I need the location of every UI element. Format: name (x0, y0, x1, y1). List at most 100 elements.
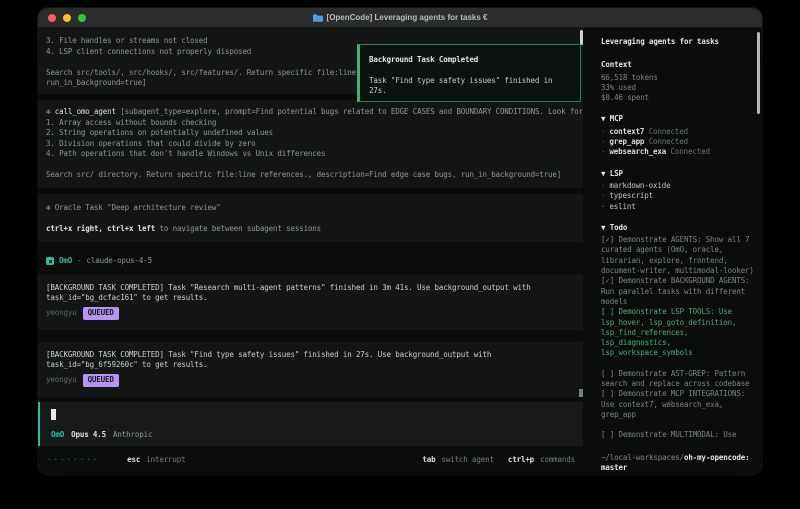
ctrl-p-key-hint: ctrl+p (507, 454, 535, 464)
queued-badge: QUEUED (82, 306, 119, 320)
opencode-window: [OpenCode] Leveraging agents for tasks €… (38, 8, 762, 475)
zoom-button[interactable] (78, 14, 86, 22)
context-used: 33% used (601, 82, 636, 92)
window-title-group: [OpenCode] Leveraging agents for tasks € (312, 13, 488, 22)
mcp-name: websearch_exa (609, 147, 667, 157)
message-scrollbar-thumb[interactable] (579, 389, 583, 397)
oracle-task-line: ✻ Oracle Task "Deep architecture review" (46, 203, 575, 214)
tab-key-hint: tab (422, 454, 436, 464)
ctrl-p-key-label: commands (540, 454, 575, 464)
todo-item-active: [ ] Demonstrate LSP TOOLS: Use lsp_hover… (601, 307, 737, 358)
queued-badge: QUEUED (82, 373, 119, 387)
username: yeongyu (46, 374, 77, 384)
background-task-message: [BACKGROUND TASK COMPLETED] Task "Find t… (38, 341, 583, 397)
input-model-name: Opus 4.5 (71, 430, 107, 439)
workspace-repo-name: oh-my-opencode: (683, 452, 750, 462)
subagent-nav-hint: ctrl+x right, ctrl+x left to navigate be… (46, 224, 575, 235)
mcp-name: context7 (609, 126, 645, 136)
statusbar-left: ········ esc interrupt (47, 455, 186, 466)
shortcut-ctrl-x-left: ctrl+x left (107, 224, 156, 233)
context-spent: $0.46 spent (601, 93, 650, 103)
toast-body: Task "Find type safety issues" finished … (369, 75, 553, 96)
lsp-section[interactable]: ▼ LSP · markdown-oxide · typescript · es… (601, 169, 754, 212)
bug-list-item: 2. String operations on potentially unde… (46, 128, 274, 137)
username: yeongyu (46, 307, 77, 317)
agent-call-footer: Search src/ directory. Return specific f… (46, 170, 562, 179)
bug-list-item: 1. Array access without bounds checking (46, 117, 217, 127)
mcp-status: Connected (648, 137, 688, 147)
session-title: Leveraging agents for tasks (601, 37, 719, 46)
message-panel-oracle: ✻ Oracle Task "Deep architecture review"… (38, 194, 583, 242)
workspace-path-prefix: ~/local-workspaces/ (601, 452, 684, 462)
context-tokens: 66,518 tokens (601, 72, 658, 82)
context-section: Context 66,518 tokens 33% used $0.46 spe… (601, 60, 754, 103)
lsp-name: eslint (609, 201, 636, 211)
background-task-toast[interactable]: Background Task Completed Task "Find typ… (357, 44, 581, 102)
workspace-path: ~/local-workspaces/oh-my-opencode: maste… (601, 453, 754, 474)
todo-item-pending: [ ] Demonstrate MULTIMODAL: Use (601, 430, 737, 440)
bullet-icon: · (601, 147, 606, 157)
input-provider-name: Anthropic (113, 430, 153, 439)
bug-list-item: 4. Path operations that don't handle Win… (46, 149, 326, 158)
close-button[interactable] (48, 14, 56, 22)
text-cursor (51, 408, 56, 420)
session-model-name: claude-opus-4-5 (86, 256, 152, 265)
bug-list-item: 3. Division operations that could divide… (46, 138, 256, 148)
mcp-status: Connected (670, 147, 710, 157)
mcp-item: · websearch_exa Connected (601, 147, 754, 157)
model-selector-row[interactable]: OmO Opus 4.5 Anthropic (51, 430, 573, 441)
statusbar-right: tab switch agent ctrl+p commands (422, 455, 575, 466)
mcp-section[interactable]: ▼ MCP · context7 Connected · grep_app Co… (601, 114, 754, 157)
bullet-icon: · (601, 126, 606, 136)
bullet-icon: · (601, 201, 606, 211)
bullet-icon: · (601, 191, 606, 201)
spark-icon: ✻ (46, 203, 51, 212)
shortcut-ctrl-x-right: ctrl+x right, (46, 224, 108, 233)
folder-icon (312, 13, 323, 22)
lsp-name: typescript (609, 191, 654, 201)
lsp-name: markdown-oxide (609, 180, 671, 190)
esc-key-hint: esc (127, 454, 141, 464)
agent-call-line: ✻ call_omo_agent [subagent_type=explore,… (46, 107, 583, 118)
mcp-heading[interactable]: ▼ MCP (601, 114, 754, 124)
lsp-heading[interactable]: ▼ LSP (601, 169, 754, 179)
message-panel-agent-call: ✻ call_omo_agent [subagent_type=explore,… (38, 100, 583, 188)
main-scrollbar-thumb[interactable] (580, 30, 583, 45)
background-task-message: [BACKGROUND TASK COMPLETED] Task "Resear… (38, 274, 583, 330)
esc-key-label: interrupt (146, 454, 186, 464)
sidebar-scrollbar-thumb[interactable] (757, 32, 760, 114)
mcp-item: · context7 Connected (601, 127, 754, 137)
todo-item-pending: [ ] Demonstrate AST-GREP: Pattern search… (601, 368, 750, 389)
toast-title: Background Task Completed (369, 55, 479, 64)
session-header[interactable]: OmO - claude-opus-4-5 (38, 251, 583, 271)
context-heading: Context (601, 60, 632, 70)
mcp-name: grep_app (609, 137, 645, 147)
session-agent-name: OmO (59, 256, 73, 265)
window-title: [OpenCode] Leveraging agents for tasks € (326, 13, 488, 22)
todo-heading[interactable]: ▼ Todo (601, 223, 754, 233)
input-agent-name: OmO (51, 430, 65, 439)
todo-section[interactable]: ▼ Todo [✓] Demonstrate AGENTS: Show all … (601, 223, 754, 441)
lsp-item: · typescript (601, 191, 754, 201)
session-separator: - (77, 256, 82, 265)
task-meta-row: yeongyu QUEUED (46, 306, 575, 320)
task-meta-row: yeongyu QUEUED (46, 373, 575, 387)
todo-item-pending: [ ] Demonstrate MCP INTEGRATIONS: Use co… (601, 389, 746, 419)
hint-text: to navigate between subagent sessions (155, 224, 322, 233)
git-branch: master (601, 462, 628, 472)
bullet-icon: · (601, 180, 606, 190)
prompt-input[interactable]: OmO Opus 4.5 Anthropic (38, 401, 583, 446)
lsp-item: · eslint (601, 202, 754, 212)
todo-item-done: [✓] Demonstrate AGENTS: Show all 7 curat… (601, 235, 754, 276)
titlebar[interactable]: [OpenCode] Leveraging agents for tasks € (38, 8, 762, 28)
task-completed-text: [BACKGROUND TASK COMPLETED] Task "Find t… (46, 349, 492, 370)
tab-key-label: switch agent (441, 454, 494, 464)
task-completed-text: [BACKGROUND TASK COMPLETED] Task "Resear… (46, 282, 531, 303)
mcp-status: Connected (648, 126, 688, 136)
chat-main-area[interactable]: Background Task Completed Task "Find typ… (38, 28, 583, 475)
activity-dots: ········ (47, 454, 100, 464)
session-sidebar[interactable]: Leveraging agents for tasks Context 66,5… (592, 28, 762, 475)
oracle-task-title: Oracle Task "Deep architecture review" (54, 203, 221, 212)
mcp-item: · grep_app Connected (601, 137, 754, 147)
minimize-button[interactable] (63, 14, 71, 22)
